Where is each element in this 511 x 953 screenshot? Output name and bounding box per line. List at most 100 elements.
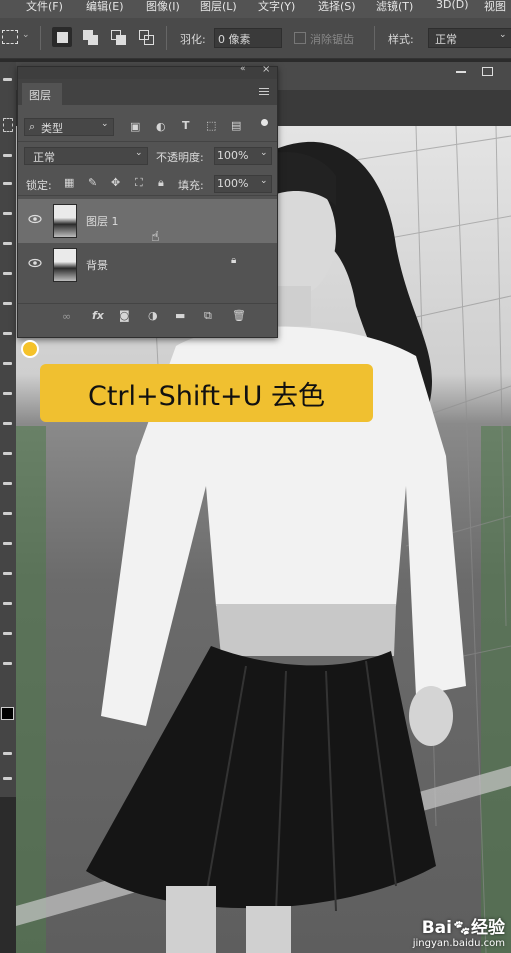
menu-bar: 文件(F) 编辑(E) 图像(I) 图层(L) 文字(Y) 选择(S) 滤镜(T… [0,0,511,18]
add-mask-icon[interactable]: ◙ [119,309,130,322]
brush-tool-icon[interactable] [3,302,12,305]
watermark-brand: Bai [421,918,452,938]
lock-position-icon[interactable]: ✥ [111,176,120,189]
shape-filter-icon[interactable]: ⬚ [206,119,216,132]
screen-mode-icon[interactable] [3,777,12,780]
style-value: 正常 [435,33,457,46]
lock-label: 锁定: [26,179,52,192]
lock-transparent-icon[interactable]: ▦ [64,176,74,189]
new-layer-icon[interactable]: ⧉ [204,309,212,323]
chevron-down-icon[interactable]: ⌄ [22,30,30,40]
layer-thumbnail [53,248,77,282]
menu-select[interactable]: 选择(S) [318,0,356,14]
path-select-tool-icon[interactable] [3,572,12,575]
zoom-tool-icon[interactable] [3,662,12,665]
layer-row-1[interactable]: 图层 1 ☝ [18,199,277,245]
foreground-color-swatch[interactable] [1,707,14,720]
new-group-icon[interactable]: ▬ [175,309,185,322]
filter-kind-select[interactable]: ⌕ 类型 ⌄ [24,118,114,136]
visibility-eye-icon[interactable] [28,256,42,270]
menu-view[interactable]: 视图 [484,0,506,14]
healing-tool-icon[interactable] [3,272,12,275]
fill-field[interactable]: 100% ⌄ [214,175,272,193]
pen-tool-icon[interactable] [3,512,12,515]
fill-label: 填充: [178,179,204,192]
link-layers-icon[interactable]: ∞ [62,310,71,323]
menu-file[interactable]: 文件(F) [26,0,63,14]
adjustment-filter-icon[interactable]: ◐ [156,120,166,133]
smart-object-filter-icon[interactable]: ▤ [231,119,241,132]
chevron-down-icon: ⌄ [135,148,143,158]
filter-kind-value: 类型 [41,122,63,135]
lasso-tool-icon[interactable] [3,154,12,157]
menu-filter[interactable]: 滤镜(T) [376,0,413,14]
antialias-label: 消除锯齿 [310,33,354,46]
image-filter-icon[interactable]: ▣ [130,120,140,133]
panel-header-strip: « × [18,64,277,79]
layer-row-background[interactable]: 背景 🔒︎ [18,243,277,287]
tab-layers-label: 图层 [29,89,51,102]
panel-menu-icon[interactable] [259,88,269,89]
filter-toggle-icon[interactable] [261,119,268,126]
lock-image-icon[interactable]: ✎ [88,176,97,189]
gradient-tool-icon[interactable] [3,422,12,425]
eyedropper-tool-icon[interactable] [3,242,12,245]
quick-select-tool-icon[interactable] [3,182,12,185]
eraser-tool-icon[interactable] [3,392,12,395]
lock-artboard-icon[interactable]: ⛶ [135,176,143,190]
layer-name[interactable]: 图层 1 [86,213,119,229]
paw-icon: 🐾︎ [451,919,471,937]
crop-tool-icon[interactable] [3,212,12,215]
marquee-tool-icon[interactable] [2,30,18,44]
watermark-brand-cn: 经验 [471,918,505,938]
menu-3d[interactable]: 3D(D) [436,0,469,11]
feather-field[interactable]: 0 像素 [214,28,282,48]
menu-layer[interactable]: 图层(L) [200,0,237,14]
lock-all-icon[interactable]: 🔒︎ [158,176,164,190]
collapse-icon[interactable]: « [240,64,246,74]
divider [40,26,41,50]
add-style-button[interactable]: fx [92,309,104,322]
watermark-url: jingyan.baidu.com [412,938,505,949]
type-tool-icon[interactable] [3,542,12,545]
quick-mask-icon[interactable] [3,752,12,755]
tab-layers[interactable]: 图层 [22,83,62,105]
style-select[interactable]: 正常 ⌄ [428,28,511,48]
marquee-tool-icon[interactable] [3,118,13,132]
stamp-tool-icon[interactable] [3,332,12,335]
blur-tool-icon[interactable] [3,452,12,455]
layer-name[interactable]: 背景 [86,257,108,273]
layers-panel: « × 图层 ⌕ 类型 ⌄ ▣ ◐ T ⬚ ▤ 正常 ⌄ 不透明度: 100% … [17,64,278,338]
adjustment-layer-icon[interactable]: ◑ [148,309,158,322]
antialias-checkbox[interactable] [294,32,306,44]
history-brush-tool-icon[interactable] [3,362,12,365]
move-tool-icon[interactable] [3,78,12,81]
shortcut-text: Ctrl+Shift+U 去色 [87,380,325,412]
divider [18,303,277,304]
dodge-tool-icon[interactable] [3,482,12,485]
add-to-selection-button[interactable] [80,27,100,47]
close-icon[interactable]: × [262,64,270,75]
intersect-selection-button[interactable] [136,27,156,47]
menu-type[interactable]: 文字(Y) [258,0,295,14]
restore-icon[interactable] [482,67,493,76]
search-icon: ⌕ [29,120,36,133]
shape-tool-icon[interactable] [3,602,12,605]
blend-mode-select[interactable]: 正常 ⌄ [24,147,148,165]
style-label: 样式: [388,33,414,46]
minimize-icon[interactable] [456,71,466,73]
divider [18,195,277,196]
new-selection-button[interactable] [52,27,72,47]
opacity-field[interactable]: 100% ⌄ [214,147,272,165]
tools-panel [0,62,17,797]
type-filter-icon[interactable]: T [182,119,190,132]
shortcut-tooltip: Ctrl+Shift+U 去色 [40,364,373,422]
menu-image[interactable]: 图像(I) [146,0,180,14]
subtract-from-selection-button[interactable] [108,27,128,47]
visibility-eye-icon[interactable] [28,212,42,226]
feather-value: 0 像素 [218,33,251,46]
menu-edit[interactable]: 编辑(E) [86,0,124,14]
hand-tool-icon[interactable] [3,632,12,635]
divider [18,141,277,142]
delete-layer-icon[interactable]: 🗑︎ [232,309,246,322]
